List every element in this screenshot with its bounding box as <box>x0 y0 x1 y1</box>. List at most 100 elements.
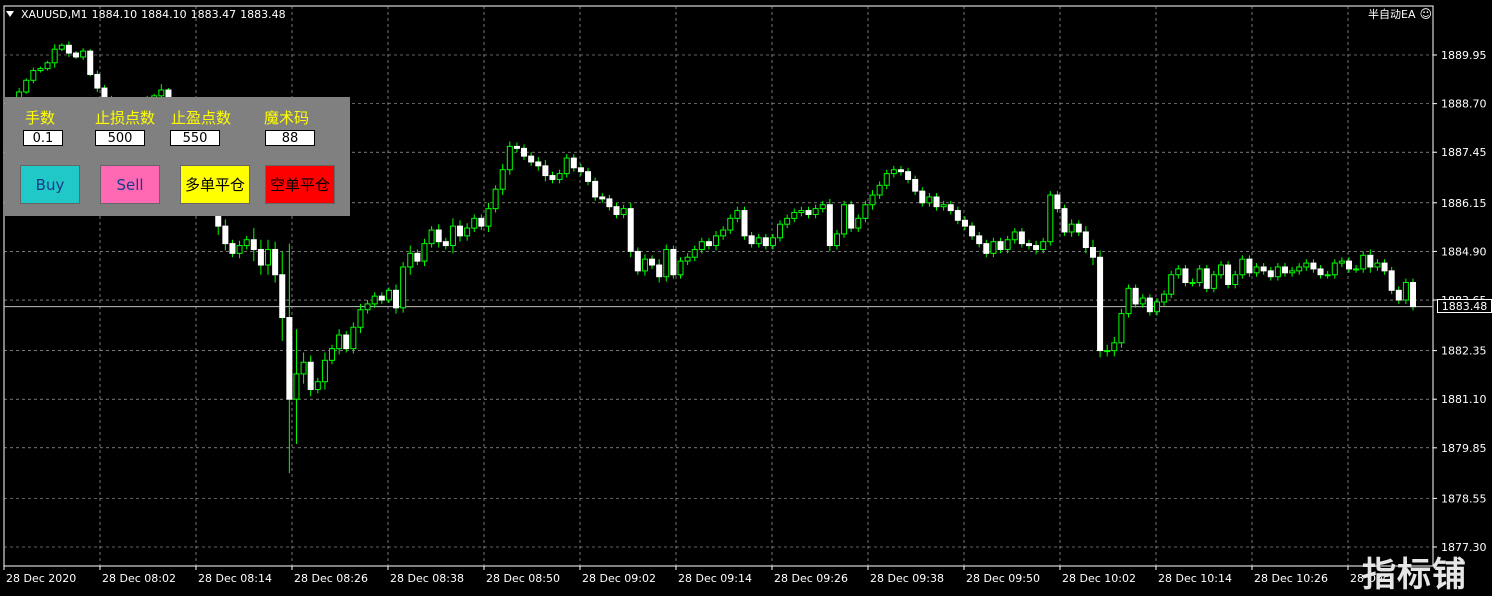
candle-body-down <box>1317 268 1324 276</box>
candle-body-down <box>65 44 72 54</box>
candle-body-down <box>826 204 833 247</box>
smiley-icon: ☺ <box>1419 7 1432 21</box>
candle-body-up <box>428 229 435 245</box>
buy-button[interactable]: Buy <box>20 165 80 204</box>
candle-body-up <box>23 79 30 93</box>
candle-body-down <box>478 217 485 227</box>
candle-body-up <box>1232 274 1239 285</box>
close-long-button[interactable]: 多单平仓 <box>180 165 250 204</box>
x-tick-label: 28 Dec 09:14 <box>678 572 752 585</box>
close-value: 1883.48 <box>240 7 286 21</box>
candle-body-up <box>926 196 933 204</box>
candle-body-up <box>449 225 456 247</box>
y-tick-label: 1889.95 <box>1441 49 1487 62</box>
candle-body-up <box>784 217 791 225</box>
candle-body-up <box>691 248 698 258</box>
candle-body-down <box>748 235 755 245</box>
lots-input[interactable]: 0.1 <box>23 130 63 146</box>
candle-body-down <box>670 248 677 276</box>
candle-body-up <box>300 361 307 375</box>
candle-body-down <box>599 196 606 200</box>
candle-body-down <box>606 198 613 208</box>
candle-body-up <box>755 237 762 245</box>
candle-body-down <box>570 157 577 169</box>
candle-body-down <box>1054 194 1061 210</box>
candle-body-up <box>400 266 407 309</box>
y-tick-label: 1879.85 <box>1441 442 1487 455</box>
price-chart[interactable]: 1889.95 1888.70 1887.45 1886.15 1884.90 1883.… <box>0 0 1492 593</box>
candle-body-up <box>862 204 869 219</box>
x-tick-label: 28 Dec 09:50 <box>966 572 1040 585</box>
candle-body-up <box>421 243 428 262</box>
candle-body-down <box>87 50 94 75</box>
candle-body-down <box>378 295 385 301</box>
candle-body-down <box>741 210 748 237</box>
current-price-tag: 1883.48 <box>1437 299 1492 313</box>
expert-advisor-status[interactable]: 半自动EA ☺ <box>1368 6 1432 22</box>
candle-body-up <box>563 157 570 175</box>
candle-body-down <box>1097 256 1104 352</box>
trade-panel: 手数 止损点数 止盈点数 魔术码 0.1 500 550 88 Buy Sell… <box>5 97 350 216</box>
candle-body-down <box>1310 262 1317 270</box>
candle-body-down <box>307 361 314 390</box>
candle-body-down <box>393 289 400 309</box>
y-tick-label: 1888.70 <box>1441 98 1487 111</box>
candle-body-up <box>464 227 471 237</box>
candle-body-up <box>1068 223 1075 233</box>
candle-body-up <box>940 204 947 208</box>
candle-body-up <box>1402 282 1409 301</box>
candle-body-down <box>1146 297 1153 313</box>
sell-button[interactable]: Sell <box>100 165 160 204</box>
candle-body-down <box>521 147 528 157</box>
candle-body-up <box>1189 282 1196 285</box>
candle-body-up <box>357 309 364 328</box>
x-tick-label: 28 Dec 08:38 <box>390 572 464 585</box>
candle-body-up <box>1217 264 1224 276</box>
candle-body-down <box>1395 289 1402 301</box>
candle-body-up <box>37 68 44 72</box>
open-value: 1884.10 <box>91 7 138 21</box>
take-profit-input[interactable]: 550 <box>170 130 220 146</box>
candle-body-up <box>329 348 336 361</box>
candle-body-up <box>727 217 734 231</box>
candle-body-down <box>976 235 983 245</box>
candle-body-down <box>961 219 968 227</box>
candle-body-down <box>969 225 976 237</box>
stop-loss-input[interactable]: 500 <box>95 130 145 146</box>
candle-body-down <box>1203 268 1210 289</box>
candle-body-down <box>947 204 954 212</box>
low-value: 1883.47 <box>190 7 237 21</box>
candle-body-down <box>272 248 279 276</box>
candle-body-up <box>51 48 58 64</box>
candle-body-up <box>791 212 798 219</box>
stop-loss-label: 止损点数 <box>95 109 156 127</box>
high-value: 1884.10 <box>141 7 187 21</box>
close-short-button[interactable]: 空单平仓 <box>265 165 335 204</box>
candle-body-up <box>1338 260 1345 264</box>
candle-body-up <box>1111 342 1118 352</box>
candle-body-up <box>58 44 65 50</box>
dropdown-triangle-icon[interactable] <box>6 11 14 17</box>
candle-body-down <box>513 145 520 149</box>
candle-body-up <box>1253 266 1260 274</box>
magic-number-input[interactable]: 88 <box>265 130 315 146</box>
y-tick-label: 1881.10 <box>1441 393 1487 406</box>
candle-body-up <box>1296 266 1303 272</box>
candle-body-up <box>364 303 371 311</box>
candle-body-down <box>1075 223 1082 233</box>
candle-body-up <box>556 173 563 180</box>
candle-body-down <box>656 264 663 278</box>
candle-body-down <box>912 178 919 192</box>
candle-body-up <box>1324 274 1331 277</box>
candle-body-down <box>435 229 442 243</box>
candle-body-down <box>649 258 656 266</box>
candle-body-up <box>265 248 272 266</box>
candle-body-down <box>1033 245 1040 250</box>
candle-body-up <box>1011 231 1018 241</box>
candle-body-up <box>336 334 343 350</box>
x-tick-label: 28 Dec 08:02 <box>102 572 176 585</box>
x-tick-label: 28 Dec 10:02 <box>1062 572 1136 585</box>
candle-body-up <box>1360 254 1367 270</box>
candle-body-down <box>627 208 634 252</box>
candle-body-up <box>80 50 87 58</box>
